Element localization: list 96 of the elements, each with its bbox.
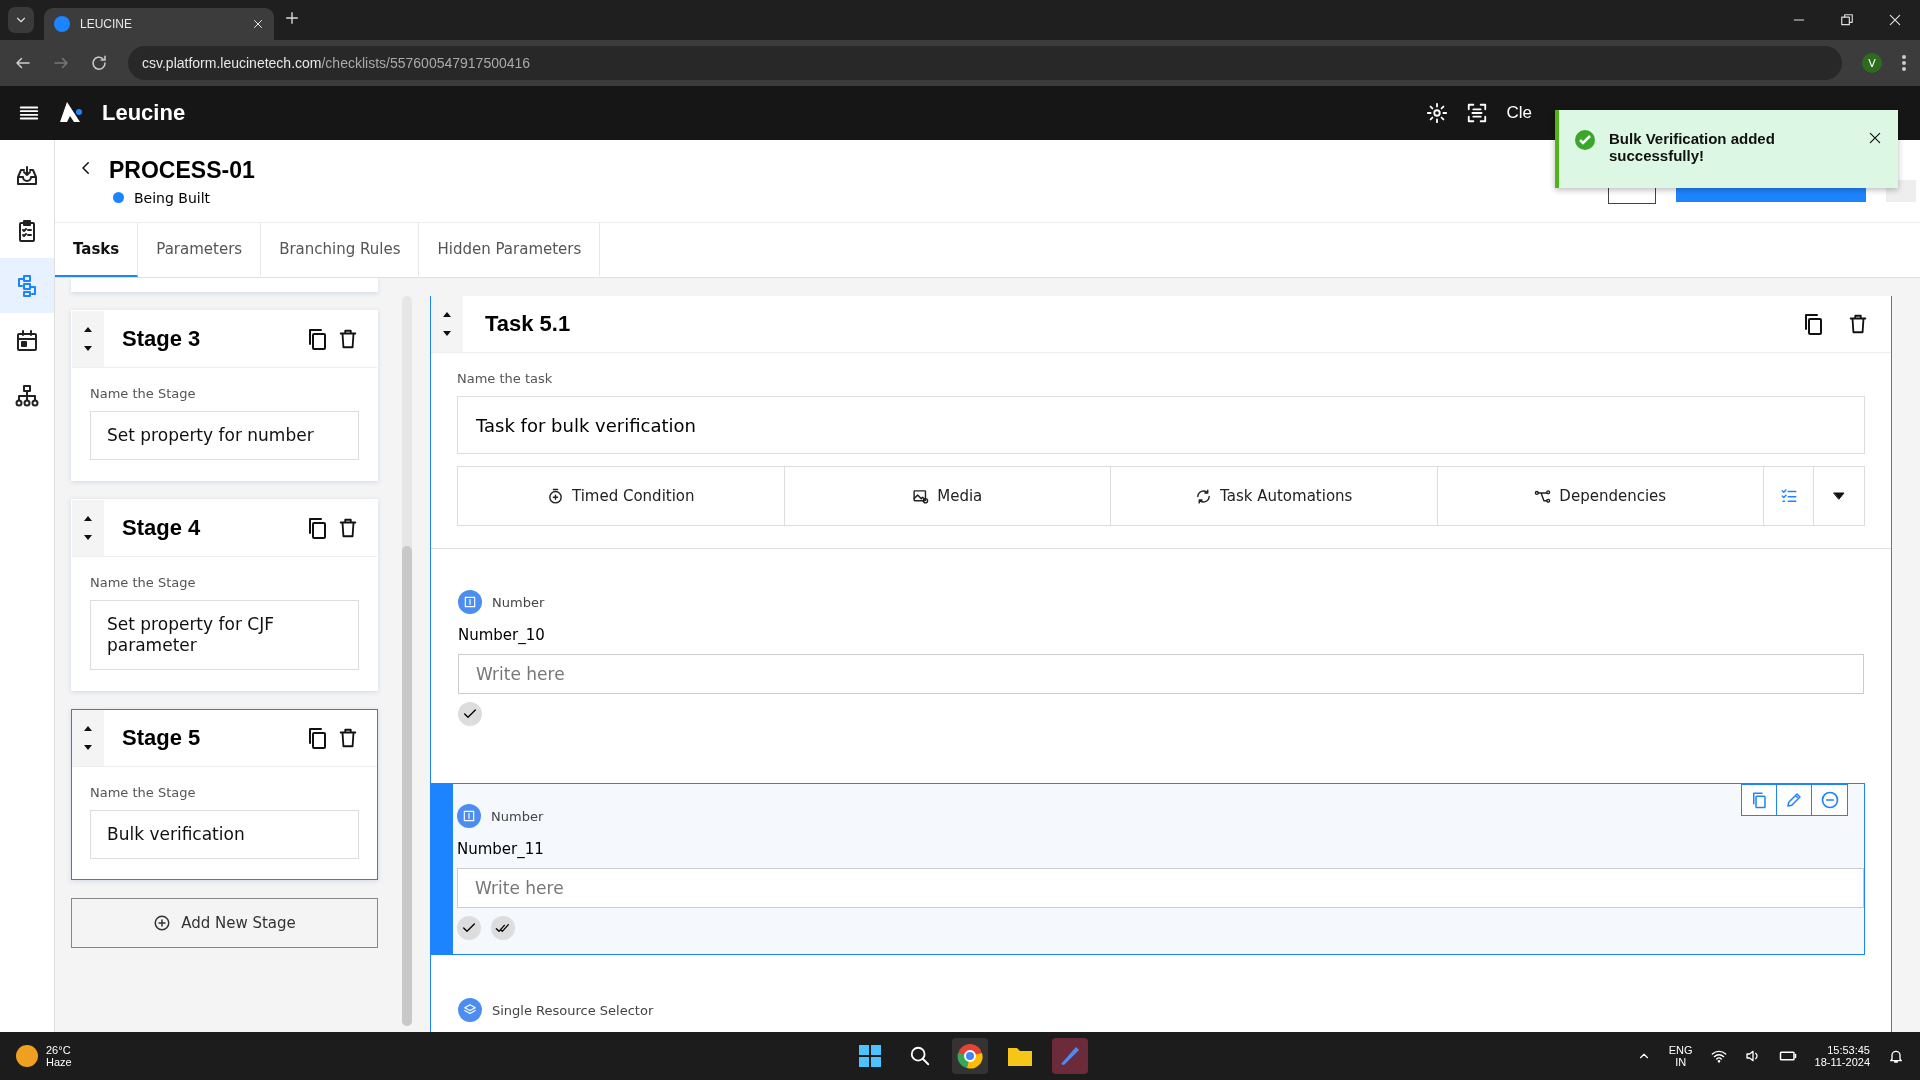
stage-title: Stage 3 xyxy=(121,326,202,352)
hierarchy-icon xyxy=(15,383,39,408)
image-icon xyxy=(912,487,930,505)
stage-title: Stage 5 xyxy=(121,725,202,751)
check-icon[interactable] xyxy=(458,702,482,726)
task-name-field[interactable]: Task for bulk verification xyxy=(457,396,1865,454)
clock[interactable]: 15:53:45 18-11-2024 xyxy=(1814,1044,1870,1068)
settings-icon xyxy=(1426,102,1449,124)
parameter-card[interactable]: Number Number_11 Write here xyxy=(431,783,1865,955)
task-title: Task 5.1 xyxy=(484,311,572,337)
field-label: Name the Stage xyxy=(90,785,197,800)
more-icon[interactable] xyxy=(1902,55,1906,71)
flowchart-icon xyxy=(15,273,39,298)
folder-icon xyxy=(1007,1045,1033,1067)
field-label: Name the Stage xyxy=(90,575,197,590)
number-icon xyxy=(457,804,481,828)
app-icon xyxy=(1058,1044,1082,1068)
pencil-icon xyxy=(1785,791,1803,809)
close-button[interactable] xyxy=(1868,130,1882,146)
plus-icon xyxy=(284,10,300,26)
parameter-name: Number_10 xyxy=(458,626,546,644)
sort-icon xyxy=(83,515,93,541)
field-label: Name the Stage xyxy=(90,386,197,401)
weather-text[interactable]: 26°C Haze xyxy=(46,1044,72,1068)
browser-button[interactable] xyxy=(952,1038,988,1074)
list-check-icon xyxy=(1779,487,1798,505)
scrollbar[interactable] xyxy=(402,296,412,1026)
header-link[interactable]: Cle xyxy=(1506,103,1532,123)
status-dot xyxy=(113,192,124,203)
browser-tab[interactable]: LEUCINE xyxy=(44,8,274,40)
close-icon xyxy=(252,18,264,30)
check-icon[interactable] xyxy=(457,916,481,940)
stage-name-field[interactable]: Bulk verification xyxy=(90,810,359,859)
reorder-button[interactable] xyxy=(431,296,463,352)
reorder-button[interactable] xyxy=(72,710,104,766)
nodes-icon xyxy=(1534,487,1552,505)
plus-circle-icon xyxy=(153,914,172,932)
sort-icon xyxy=(83,725,93,751)
parameter-card[interactable]: Number Number_10 Write here xyxy=(431,575,1865,741)
double-check-icon[interactable] xyxy=(491,916,515,940)
stage-card[interactable]: Stage 4 Name the Stage Set property for CJF parameter xyxy=(71,499,378,691)
stage-title: Stage 4 xyxy=(121,515,202,541)
process-title: PROCESS-01 xyxy=(109,156,255,184)
stage-card[interactable]: Stage 5 Name the Stage Bulk verification xyxy=(71,709,378,880)
brand-name: Leucine xyxy=(102,100,186,126)
close-icon xyxy=(1868,131,1882,145)
address-bar[interactable]: csv.platform.leucinetech.com/checklists/557600547917500416 xyxy=(128,46,1842,80)
reorder-button[interactable] xyxy=(72,500,104,556)
tab[interactable]: Hidden Parameters xyxy=(419,223,601,277)
tab[interactable]: Branching Rules xyxy=(261,223,420,277)
app-button[interactable] xyxy=(1052,1038,1088,1074)
browser-icon xyxy=(957,1043,983,1069)
stage-name-field[interactable]: Set property for number xyxy=(90,411,359,460)
timer-icon xyxy=(546,487,564,505)
scan-icon xyxy=(1466,102,1489,124)
tab[interactable]: Parameters xyxy=(138,223,262,277)
wifi-icon xyxy=(1710,1048,1727,1064)
calendar-icon xyxy=(15,328,39,353)
parameter-type: Number xyxy=(491,808,544,824)
refresh-icon xyxy=(1195,487,1213,505)
reload-icon xyxy=(90,54,108,72)
sort-icon xyxy=(83,326,93,352)
minus-circle-icon xyxy=(1819,790,1840,810)
toast-message: Bulk Verification added successfully! xyxy=(1609,130,1776,164)
stage-card[interactable]: Stage 3 Name the Stage Set property for number xyxy=(71,310,378,481)
parameter-type: Single Resource Selector xyxy=(492,1002,654,1018)
caret-icon xyxy=(1833,490,1845,502)
field-label: Name the task xyxy=(457,371,554,386)
success-icon xyxy=(1575,130,1595,150)
status-label: Being Built xyxy=(134,189,211,206)
restore-icon xyxy=(1840,13,1854,27)
trash-icon xyxy=(1847,313,1869,335)
notification-icon xyxy=(1888,1048,1904,1064)
site-icon xyxy=(54,16,70,32)
trash-icon xyxy=(337,328,359,350)
number-icon xyxy=(458,590,482,614)
add-stage-button[interactable]: Add New Stage xyxy=(71,898,378,948)
speaker-icon xyxy=(1744,1048,1761,1064)
input-field[interactable]: Write here xyxy=(458,654,1864,694)
inbox-icon xyxy=(15,163,39,188)
search-icon xyxy=(909,1045,931,1067)
copy-icon xyxy=(1750,791,1768,809)
windows-icon xyxy=(858,1044,882,1068)
reorder-button[interactable] xyxy=(72,311,104,367)
input-field[interactable]: Write here xyxy=(457,868,1864,908)
parameter-name: Number_11 xyxy=(457,840,545,858)
weather-icon[interactable] xyxy=(16,1045,38,1067)
close-icon xyxy=(1888,13,1902,27)
language-indicator[interactable]: ENG IN xyxy=(1668,1044,1693,1068)
parameter-type: Number xyxy=(492,594,545,610)
sort-icon xyxy=(442,311,452,337)
stage-name-field[interactable]: Set property for CJF parameter xyxy=(90,600,359,670)
trash-icon xyxy=(337,517,359,539)
profile-avatar[interactable]: V xyxy=(1862,53,1882,73)
layers-icon xyxy=(458,998,482,1022)
trash-icon xyxy=(337,727,359,749)
